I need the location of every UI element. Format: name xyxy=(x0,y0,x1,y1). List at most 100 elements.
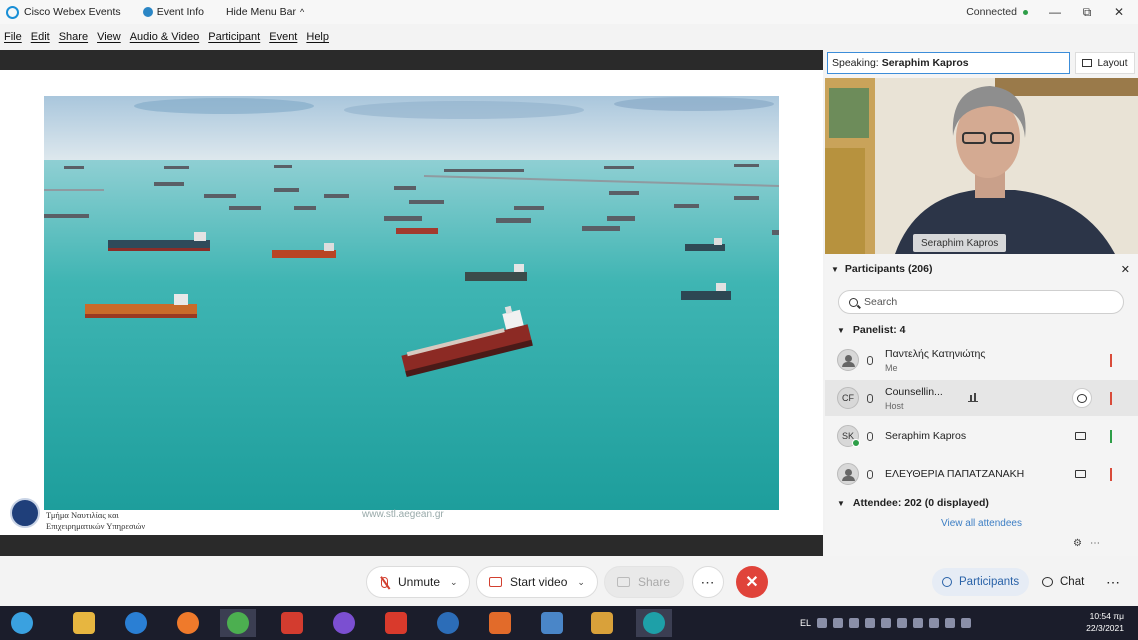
minimize-button[interactable]: — xyxy=(1040,0,1070,24)
view-all-attendees-link[interactable]: View all attendees xyxy=(825,518,1138,532)
settings-icon[interactable]: ⚙ xyxy=(1073,538,1082,549)
tray-icon[interactable] xyxy=(929,618,940,628)
tray-icon[interactable] xyxy=(913,618,924,628)
participants-panel-button[interactable]: Participants xyxy=(932,568,1030,596)
audio-connected-icon xyxy=(867,469,873,479)
hide-menu-bar-label: Hide Menu Bar xyxy=(225,6,297,18)
hide-menu-bar-button[interactable]: Hide Menu Bar ^ xyxy=(226,6,304,18)
share-screen-icon xyxy=(617,577,630,587)
webex-window: Cisco Webex Events Event Info Hide Menu … xyxy=(0,0,1138,640)
start-video-button[interactable]: Start video ⌄ xyxy=(476,566,598,598)
maximize-button[interactable]: ⧉ xyxy=(1072,0,1102,24)
connection-status: Connected xyxy=(966,6,1028,18)
camera-icon[interactable] xyxy=(1075,432,1086,440)
start-button[interactable] xyxy=(4,609,40,637)
leave-meeting-button[interactable]: ✕ xyxy=(736,566,768,598)
participant-search-input[interactable]: Search xyxy=(838,290,1124,314)
camera-icon[interactable] xyxy=(1075,470,1086,478)
taskbar-video[interactable] xyxy=(584,609,620,637)
close-panel-icon[interactable]: ✕ xyxy=(1121,263,1130,276)
video-name-text: Seraphim Kapros xyxy=(921,237,999,249)
muted-mic-icon[interactable] xyxy=(1110,391,1118,405)
chat-panel-button[interactable]: Chat xyxy=(1032,568,1094,596)
windows-start-icon xyxy=(11,612,33,634)
layout-label: Layout xyxy=(1097,57,1128,69)
panelist-section-toggle[interactable]: ▼ Panelist: 4 xyxy=(837,324,905,336)
chevron-down-icon: ▼ xyxy=(837,498,845,508)
panelist-row[interactable]: CF Counsellin... Host xyxy=(825,380,1138,416)
layout-button[interactable]: Layout xyxy=(1075,52,1135,74)
menu-view[interactable]: View xyxy=(97,31,121,43)
panelist-name: Seraphim Kapros xyxy=(885,430,967,442)
unmute-button[interactable]: Unmute ⌄ xyxy=(366,566,470,598)
event-info-button[interactable]: Event Info xyxy=(142,6,204,18)
share-button[interactable]: Share xyxy=(604,566,684,598)
stage-top-bar xyxy=(0,50,823,70)
menu-file[interactable]: File xyxy=(4,31,22,43)
more-options-icon[interactable]: ⋯ xyxy=(1090,538,1100,549)
speaking-label: Speaking: xyxy=(832,57,879,69)
document-icon xyxy=(541,612,563,634)
avatar xyxy=(837,463,859,485)
taskbar-office[interactable] xyxy=(482,609,518,637)
taskbar-app[interactable] xyxy=(534,609,570,637)
speaker-video xyxy=(825,78,1138,254)
tray-icon[interactable] xyxy=(961,618,972,628)
muted-mic-icon[interactable] xyxy=(1110,353,1118,367)
attendee-section-label: Attendee: 202 (0 displayed) xyxy=(852,497,989,509)
chevron-down-icon: ▼ xyxy=(837,325,845,335)
taskbar-explorer[interactable] xyxy=(66,609,102,637)
menu-participant[interactable]: Participant xyxy=(208,31,260,43)
more-panels-button[interactable]: ⋯ xyxy=(1096,568,1130,596)
taskbar-webex[interactable] xyxy=(636,609,672,637)
tray-icon[interactable] xyxy=(945,618,956,628)
menu-event[interactable]: Event xyxy=(269,31,297,43)
chevron-down-icon[interactable]: ⌄ xyxy=(577,577,585,588)
tray-icon[interactable] xyxy=(833,618,844,628)
shared-content-stage: Τμήμα Ναυτιλίας και Επιχειρηματικών Υπηρ… xyxy=(0,50,823,556)
chat-bubble-icon[interactable] xyxy=(1072,388,1092,408)
panelist-role: Host xyxy=(885,401,904,411)
people-icon xyxy=(942,577,952,587)
panelist-row[interactable]: ΕΛΕΥΘΕΡΙΑ ΠΑΠΑΤΖΑΝΑΚΗ xyxy=(825,456,1138,492)
participants-panel-header[interactable]: ▼ Participants (206) ✕ xyxy=(825,258,1138,280)
taskbar-ie[interactable] xyxy=(118,609,154,637)
taskbar-earth[interactable] xyxy=(430,609,466,637)
tray-icon[interactable] xyxy=(897,618,908,628)
taskbar-clock[interactable]: 10:54 πμ 22/3/2021 xyxy=(1086,610,1124,634)
tray-icon[interactable] xyxy=(881,618,892,628)
taskbar-chrome[interactable] xyxy=(220,609,256,637)
taskbar-viber[interactable] xyxy=(326,609,362,637)
webex-logo-icon xyxy=(6,5,19,19)
panelist-row[interactable]: SK Seraphim Kapros xyxy=(825,418,1138,454)
unmuted-mic-icon[interactable] xyxy=(1110,429,1118,443)
taskbar-media[interactable] xyxy=(274,609,310,637)
clock-date: 22/3/2021 xyxy=(1086,623,1124,633)
chat-icon xyxy=(1042,577,1053,587)
participants-button-label: Participants xyxy=(959,576,1020,588)
attendee-section-toggle[interactable]: ▼ Attendee: 202 (0 displayed) xyxy=(837,497,989,509)
language-indicator[interactable]: EL xyxy=(800,618,811,628)
app-title: Cisco Webex Events xyxy=(24,6,121,18)
menu-share[interactable]: Share xyxy=(59,31,88,43)
avatar: CF xyxy=(837,387,859,409)
menu-help[interactable]: Help xyxy=(306,31,329,43)
tray-icon[interactable] xyxy=(849,618,860,628)
slide-image-ships-at-sea xyxy=(44,96,779,510)
panelist-row[interactable]: Παντελής Κατηνιώτης Me xyxy=(825,342,1138,378)
menu-audio-video[interactable]: Audio & Video xyxy=(130,31,200,43)
panelist-name: ΕΛΕΥΘΕΡΙΑ ΠΑΠΑΤΖΑΝΑΚΗ xyxy=(885,468,1025,480)
clock-time: 10:54 πμ xyxy=(1089,611,1124,621)
muted-mic-icon[interactable] xyxy=(1110,467,1118,481)
more-options-button[interactable]: ⋯ xyxy=(692,566,724,598)
taskbar-download[interactable] xyxy=(378,609,414,637)
tray-icon[interactable] xyxy=(817,618,828,628)
chevron-down-icon[interactable]: ⌄ xyxy=(450,577,458,588)
download-icon xyxy=(385,612,407,634)
close-window-button[interactable]: ✕ xyxy=(1104,0,1134,24)
right-panel: Speaking: Seraphim Kapros Layout Seraphi… xyxy=(825,50,1138,556)
taskbar-firefox[interactable] xyxy=(170,609,206,637)
tray-icon[interactable] xyxy=(865,618,876,628)
menu-edit[interactable]: Edit xyxy=(31,31,50,43)
system-tray: EL xyxy=(800,606,972,640)
